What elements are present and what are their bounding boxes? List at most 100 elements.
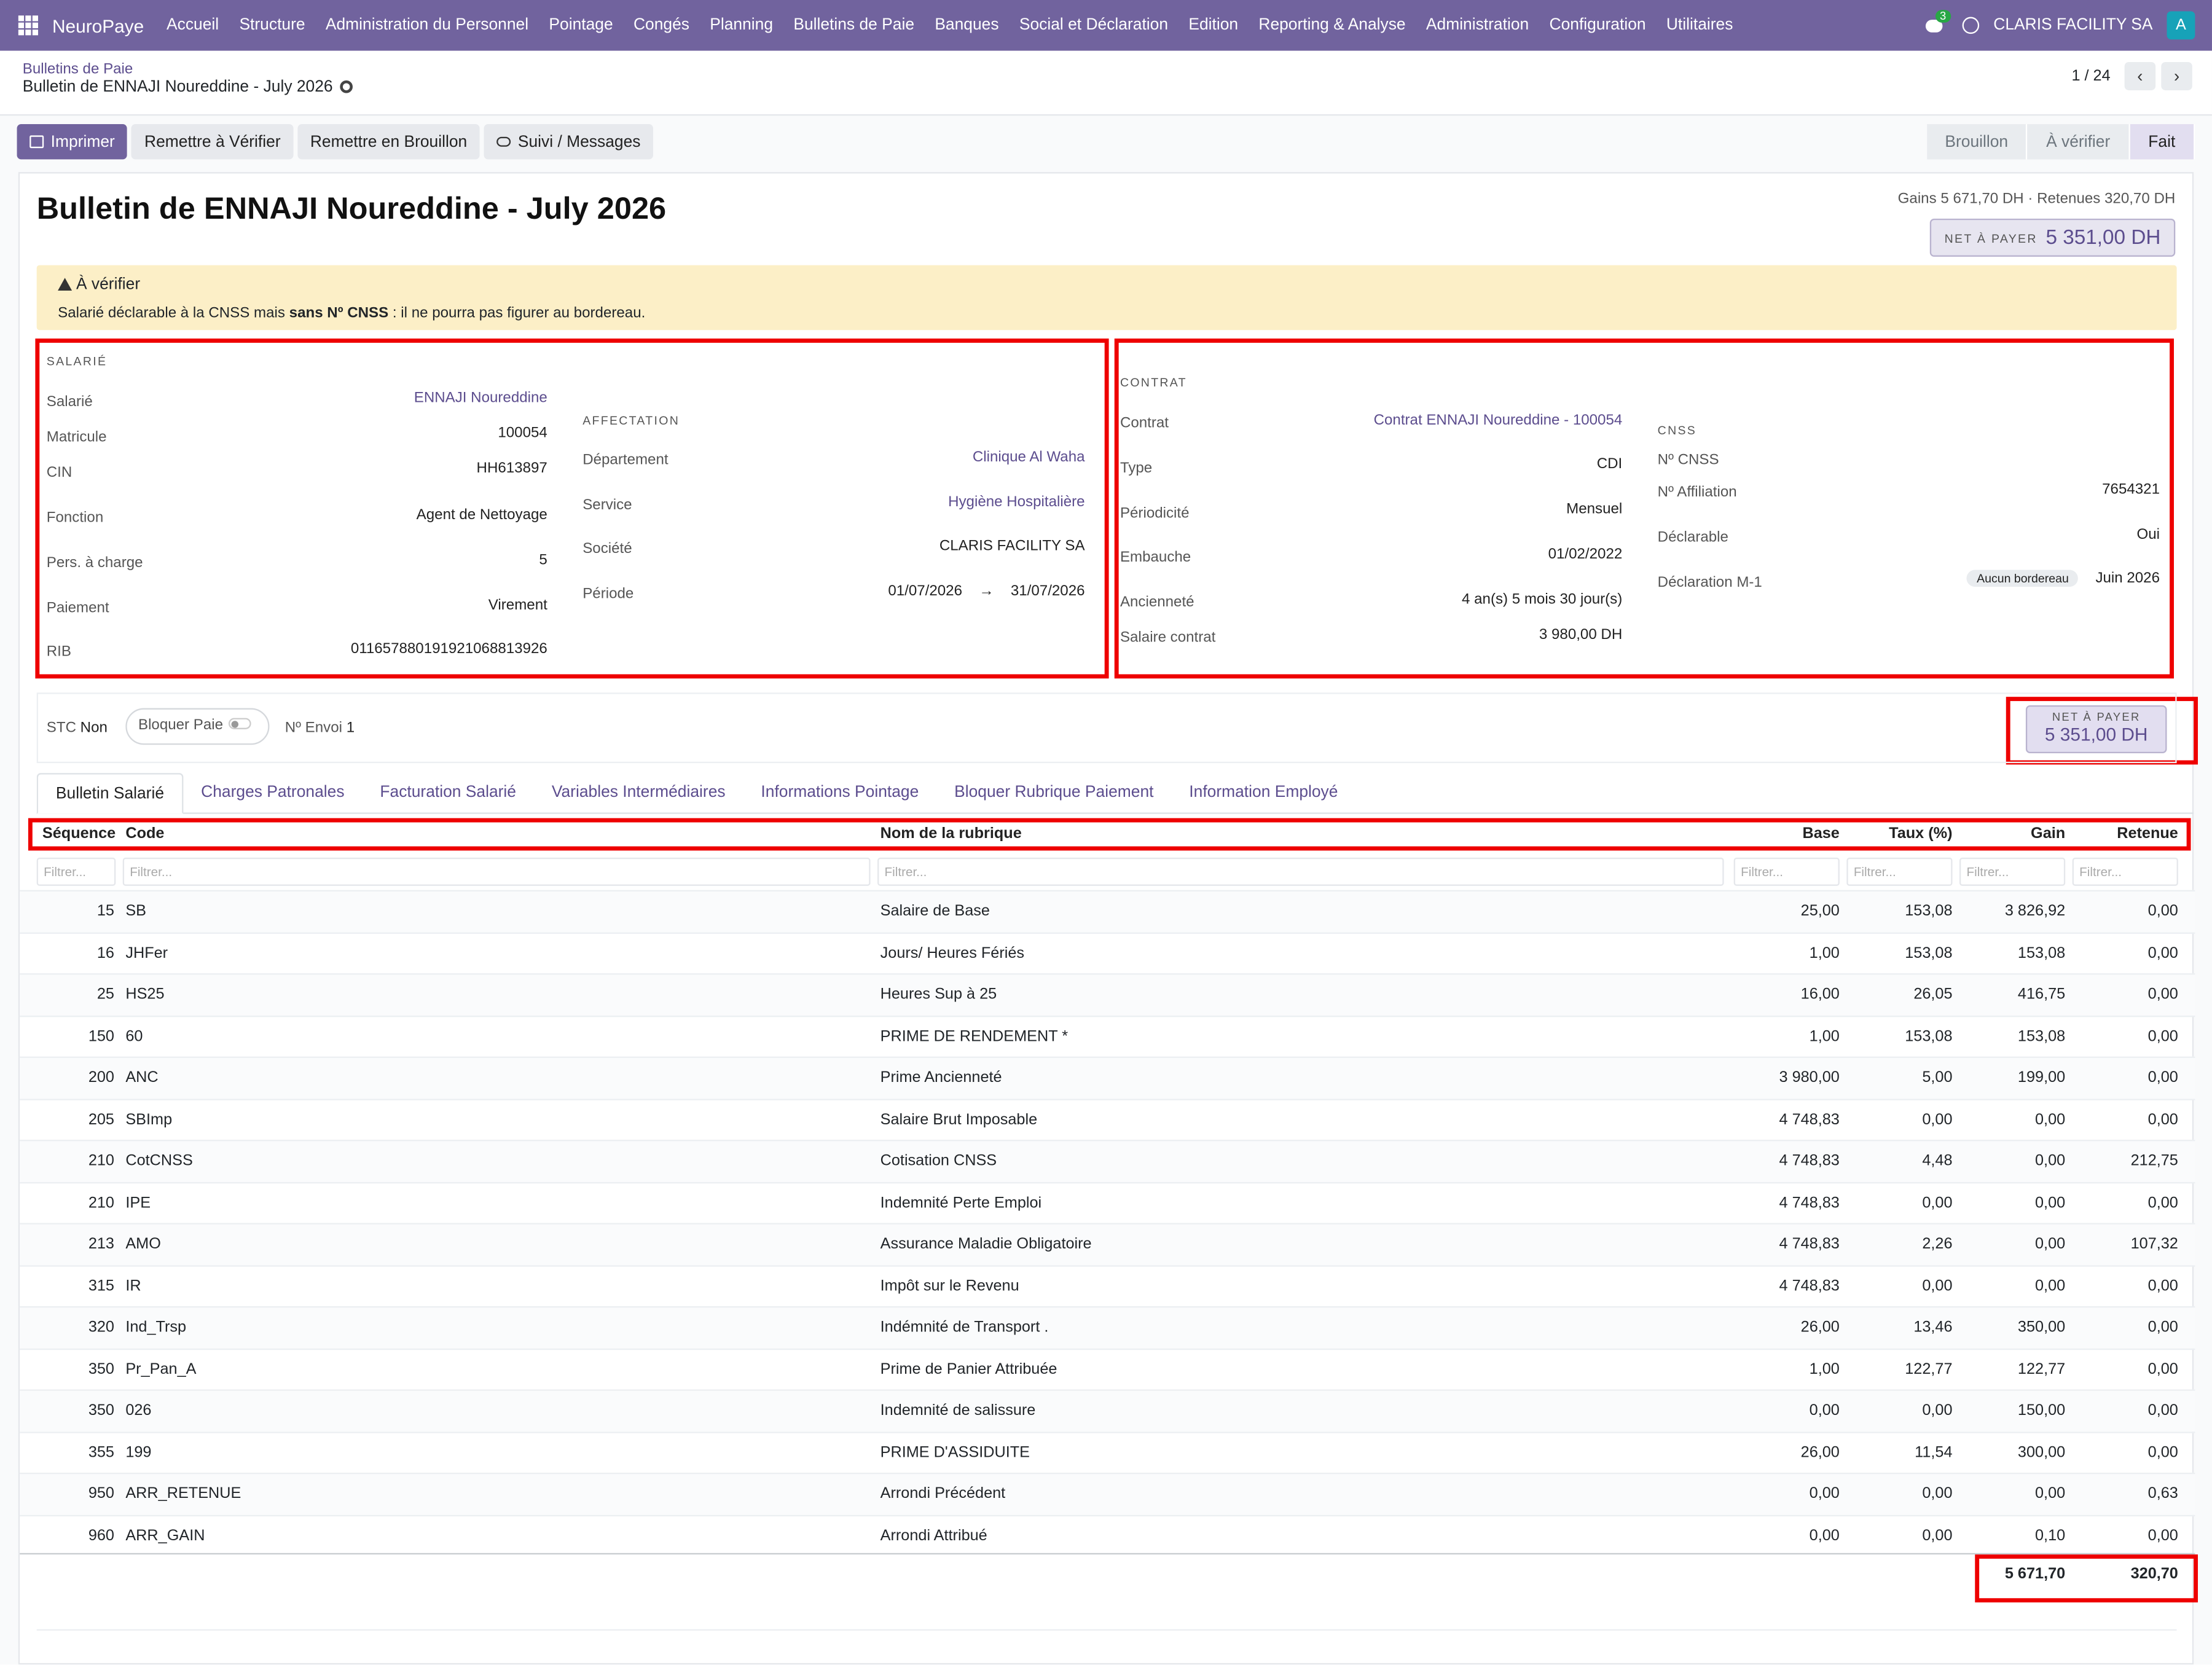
table-row[interactable]: 960 ARR_GAIN Arrondi Attribué 0,00 0,00 0,10 0… xyxy=(20,1514,2195,1556)
label-service: Service xyxy=(582,496,632,514)
activity-clock-icon[interactable] xyxy=(1962,17,1980,34)
company-switcher[interactable]: CLARIS FACILITY SA xyxy=(1993,17,2152,34)
filter-nom-input[interactable]: Filtrer... xyxy=(877,857,1724,886)
status-step-draft[interactable]: Brouillon xyxy=(1926,124,2028,160)
table-row[interactable]: 950 ARR_RETENUE Arrondi Précédent 0,00 0,00 0… xyxy=(20,1472,2195,1514)
col-gain[interactable]: Gain xyxy=(2031,825,2065,842)
breadcrumb-current-label: Bulletin de ENNAJI Noureddine - July 202… xyxy=(22,79,333,96)
cell-taux: 153,08 xyxy=(1905,944,1953,962)
filter-code-input[interactable]: Filtrer... xyxy=(122,857,871,886)
total-gain: 5 671,70 xyxy=(2004,1565,2066,1583)
value-departement-link[interactable]: Clinique Al Waha xyxy=(973,449,1085,466)
pager-value[interactable]: 1 / 24 xyxy=(2071,68,2110,85)
table-row[interactable]: 200 ANC Prime Ancienneté 3 980,00 5,00 199,00… xyxy=(20,1056,2195,1099)
menu-item[interactable]: Accueil xyxy=(167,17,219,34)
menu-item[interactable]: Configuration xyxy=(1550,17,1646,34)
cell-retenue: 0,00 xyxy=(2147,903,2178,920)
table-row[interactable]: 210 CotCNSS Cotisation CNSS 4 748,83 4,48 0,0… xyxy=(20,1140,2195,1181)
print-button[interactable]: Imprimer xyxy=(17,124,128,160)
tab-4[interactable]: Informations Pointage xyxy=(743,773,937,814)
table-row[interactable]: 210 IPE Indemnité Perte Emploi 4 748,83 0,00… xyxy=(20,1181,2195,1223)
col-nom[interactable]: Nom de la rubrique xyxy=(880,825,1022,842)
table-row[interactable]: 15 SB Salaire de Base 25,00 153,08 3 826,92 0,… xyxy=(20,890,2195,932)
table-row[interactable]: 213 AMO Assurance Maladie Obligatoire 4 748… xyxy=(20,1223,2195,1265)
menu-item[interactable]: Administration du Personnel xyxy=(326,17,528,34)
label-matricule: Matricule xyxy=(46,428,107,446)
pager-prev-button[interactable]: ‹ xyxy=(2124,62,2156,90)
section-affectation-label: AFFECTATION xyxy=(582,413,680,428)
apps-menu-icon[interactable] xyxy=(18,15,38,36)
tab-3[interactable]: Variables Intermédiaires xyxy=(534,773,743,814)
col-taux[interactable]: Taux (%) xyxy=(1889,825,1952,842)
tab-1[interactable]: Charges Patronales xyxy=(183,773,362,814)
filter-retenue-input[interactable]: Filtrer... xyxy=(2072,857,2178,886)
menu-item[interactable]: Structure xyxy=(239,17,305,34)
menu-item[interactable]: Pointage xyxy=(549,17,613,34)
menu-item[interactable]: Reporting & Analyse xyxy=(1258,17,1405,34)
value-paiement: Virement xyxy=(488,597,547,614)
messages-button[interactable]: Suivi / Messages xyxy=(484,124,654,160)
to-draft-button[interactable]: Remettre en Brouillon xyxy=(297,124,480,160)
alert-title: À vérifier xyxy=(58,276,140,294)
menu-item[interactable]: Edition xyxy=(1188,17,1238,34)
filter-seq-input[interactable]: Filtrer... xyxy=(36,857,116,886)
col-base[interactable]: Base xyxy=(1802,825,1839,842)
table-row[interactable]: 320 Ind_Trsp Indémnité de Transport . 26,00… xyxy=(20,1306,2195,1348)
menu-item[interactable]: Utilitaires xyxy=(1666,17,1733,34)
pager-next-button[interactable]: › xyxy=(2161,62,2192,90)
bloquer-paie-toggle[interactable]: Bloquer Paie xyxy=(125,708,270,745)
filter-base-input[interactable]: Filtrer... xyxy=(1733,857,1840,886)
tab-5[interactable]: Bloquer Rubrique Paiement xyxy=(936,773,1171,814)
filter-gain-input[interactable]: Filtrer... xyxy=(1959,857,2066,886)
brand-name[interactable]: NeuroPaye xyxy=(52,15,144,36)
envoi-label: Nº Envoi xyxy=(284,719,343,737)
cell-retenue: 0,00 xyxy=(2147,1527,2178,1544)
value-contrat-link[interactable]: Contrat ENNAJI Noureddine - 100054 xyxy=(1374,412,1623,429)
table-row[interactable]: 205 SBImp Salaire Brut Imposable 4 748,83 0,… xyxy=(20,1098,2195,1140)
cell-base: 4 748,83 xyxy=(1779,1152,1840,1170)
cell-retenue: 0,00 xyxy=(2147,1027,2178,1045)
user-avatar[interactable]: A xyxy=(2167,11,2195,40)
menu-item[interactable]: Planning xyxy=(710,17,773,34)
tab-2[interactable]: Facturation Salarié xyxy=(362,773,533,814)
to-verify-button[interactable]: Remettre à Vérifier xyxy=(131,124,294,160)
page-title: Bulletin de ENNAJI Noureddine - July 202… xyxy=(36,190,667,226)
tab-0[interactable]: Bulletin Salarié xyxy=(36,773,184,814)
col-sequence[interactable]: Séquence xyxy=(42,825,116,842)
value-rib: 011657880191921068813926 xyxy=(350,640,547,657)
status-step-done[interactable]: Fait xyxy=(2130,124,2195,160)
menu-item[interactable]: Social et Déclaration xyxy=(1019,17,1168,34)
table-row[interactable]: 355 199 PRIME D'ASSIDUITE 26,00 11,54 300,00 0… xyxy=(20,1431,2195,1473)
table-row[interactable]: 150 60 PRIME DE RENDEMENT * 1,00 153,08 153,0… xyxy=(20,1014,2195,1057)
bordereau-badge: Aucun bordereau xyxy=(1967,570,2079,587)
menu-item[interactable]: Bulletins de Paie xyxy=(793,17,914,34)
filter-taux-input[interactable]: Filtrer... xyxy=(1846,857,1953,886)
cell-nom: PRIME D'ASSIDUITE xyxy=(880,1443,1030,1461)
tab-6[interactable]: Information Employé xyxy=(1171,773,1355,814)
value-declaration: Aucun bordereau Juin 2026 xyxy=(1967,570,2160,587)
menu-item[interactable]: Banques xyxy=(935,17,998,34)
cell-base: 26,00 xyxy=(1800,1443,1840,1461)
table-row[interactable]: 16 JHFer Jours/ Heures Fériés 1,00 153,08 153… xyxy=(20,931,2195,973)
breadcrumb-parent-link[interactable]: Bulletins de Paie xyxy=(23,61,133,78)
table-row[interactable]: 350 Pr_Pan_A Prime de Panier Attribuée 1,00… xyxy=(20,1347,2195,1390)
status-step-verify[interactable]: À vérifier xyxy=(2028,124,2130,160)
gear-icon[interactable] xyxy=(340,80,353,93)
menu-item[interactable]: Congés xyxy=(633,17,689,34)
col-code[interactable]: Code xyxy=(125,825,164,842)
table-row[interactable]: 350 026 Indemnité de salissure 0,00 0,00 150,… xyxy=(20,1389,2195,1432)
table-row[interactable]: 315 IR Impôt sur le Revenu 4 748,83 0,00 0,00… xyxy=(20,1264,2195,1306)
gains-summary: Gains 5 671,70 DH · Retenues 320,70 DH xyxy=(1897,190,2176,208)
menu-item[interactable]: Administration xyxy=(1426,17,1529,34)
alert-title-text: À vérifier xyxy=(76,276,141,294)
cell-retenue: 0,00 xyxy=(2147,1318,2178,1336)
value-salarie-link[interactable]: ENNAJI Noureddine xyxy=(414,390,547,407)
table-row[interactable]: 25 HS25 Heures Sup à 25 16,00 26,05 416,75 0,0… xyxy=(20,973,2195,1015)
col-retenue[interactable]: Retenue xyxy=(2117,825,2178,842)
messages-icon[interactable]: 3 xyxy=(1926,10,1951,35)
net-to-pay-label: NET À PAYER xyxy=(1944,230,2037,245)
cell-gain: 0,00 xyxy=(2035,1236,2066,1253)
value-service-link[interactable]: Hygiène Hospitalière xyxy=(948,494,1084,511)
cell-gain: 153,08 xyxy=(2017,944,2066,962)
cell-code: ARR_GAIN xyxy=(125,1527,205,1544)
